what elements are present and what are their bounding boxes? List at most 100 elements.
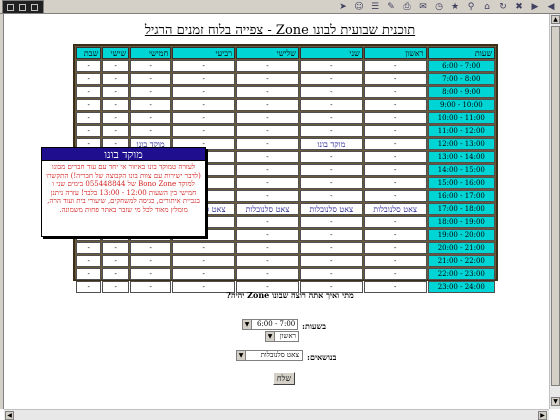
- schedule-cell: -: [172, 73, 236, 85]
- home-icon[interactable]: ⌂: [481, 1, 493, 13]
- hours-select-value: 6:00 - 7:00: [257, 320, 296, 328]
- schedule-cell: -: [172, 86, 236, 98]
- schedule-cell: -: [236, 242, 299, 254]
- search-icon[interactable]: ⚲: [465, 1, 477, 13]
- schedule-cell: -: [299, 125, 363, 137]
- mail-icon[interactable]: ✉: [417, 1, 429, 13]
- schedule-cell: -: [236, 138, 299, 150]
- hours-select[interactable]: ▼ 6:00 - 7:00: [242, 319, 298, 330]
- schedule-cell: -: [76, 60, 102, 72]
- schedule-cell: -: [236, 60, 299, 72]
- scroll-up-icon[interactable]: ▲: [551, 15, 560, 24]
- topics-select[interactable]: ▼ צאט סלנובלות: [236, 350, 303, 361]
- schedule-cell: -: [76, 73, 102, 85]
- browser-toolbar: ◀ ▶ ✖ ↻ ⌂ ⚲ ★ ◷ ✉ ⎙ ✎ ☰ ☺ ➤: [0, 0, 560, 14]
- schedule-cell: -: [76, 281, 102, 293]
- schedule-cell: -: [363, 229, 427, 241]
- schedule-cell: -: [76, 242, 102, 254]
- schedule-cell: -: [299, 229, 363, 241]
- schedule-cell: -: [172, 125, 236, 137]
- scroll-right-icon[interactable]: ▶: [538, 411, 547, 420]
- schedule-cell: -: [363, 60, 427, 72]
- minimize-icon[interactable]: [7, 4, 14, 11]
- schedule-cell: -: [363, 268, 427, 280]
- schedule-cell: -: [172, 112, 236, 124]
- schedule-cell: -: [76, 112, 102, 124]
- horizontal-scrollbar[interactable]: ◀ ▶: [4, 409, 549, 420]
- schedule-cell: -: [130, 99, 172, 111]
- schedule-cell: -: [236, 112, 299, 124]
- schedule-cell: -: [299, 268, 363, 280]
- time-cell: 13:00 - 14:00: [427, 151, 495, 163]
- schedule-cell: -: [363, 177, 427, 189]
- history-icon[interactable]: ◷: [433, 1, 445, 13]
- vertical-scrollbar[interactable]: ▲ ▼: [549, 14, 560, 409]
- schedule-cell: צאט סלנובלות: [299, 203, 363, 215]
- edit-icon[interactable]: ✎: [385, 1, 397, 13]
- chevron-down-icon[interactable]: ▼: [243, 320, 252, 329]
- schedule-cell: -: [172, 60, 236, 72]
- schedule-cell: -: [172, 268, 236, 280]
- forward-icon[interactable]: ▶: [529, 1, 541, 13]
- table-row: 9:00 - 10:00- - - - - - -: [76, 99, 495, 111]
- schedule-cell: -: [102, 242, 130, 254]
- column-header: רביעי: [172, 47, 236, 59]
- schedule-cell: -: [102, 112, 130, 124]
- popup-title: מוקד בונו: [42, 148, 205, 161]
- schedule-cell: -: [236, 86, 299, 98]
- schedule-cell: -: [102, 73, 130, 85]
- column-header: שבת: [76, 47, 102, 59]
- schedule-cell: -: [236, 125, 299, 137]
- schedule-cell: -: [363, 151, 427, 163]
- topics-label: בנושאים:: [307, 352, 337, 362]
- send-button[interactable]: שלח: [273, 372, 295, 385]
- schedule-cell: -: [299, 86, 363, 98]
- hours-label: בשעות:: [302, 321, 326, 331]
- schedule-cell: -: [236, 73, 299, 85]
- column-header: ראשון: [363, 47, 427, 59]
- restore-icon[interactable]: [19, 4, 26, 11]
- form-question: מתי ואיך אתה רוצה שבונו Zone יהיה?: [226, 290, 354, 300]
- chevron-down-icon[interactable]: ▼: [237, 351, 246, 360]
- discuss-icon[interactable]: ☰: [369, 1, 381, 13]
- time-cell: 15:00 - 16:00: [427, 177, 495, 189]
- schedule-cell: -: [236, 164, 299, 176]
- schedule-cell: -: [363, 125, 427, 137]
- scroll-down-icon[interactable]: ▼: [551, 397, 560, 406]
- stop-icon[interactable]: ✖: [513, 1, 525, 13]
- table-row: 20:00 - 21:00- - - - - - -: [76, 242, 495, 254]
- schedule-cell: -: [172, 99, 236, 111]
- schedule-cell: -: [299, 73, 363, 85]
- schedule-cell: -: [236, 151, 299, 163]
- schedule-cell: צאט סלנובלות: [236, 203, 299, 215]
- scroll-left-icon[interactable]: ◀: [5, 411, 14, 420]
- scroll-thumb[interactable]: [551, 26, 560, 386]
- time-cell: 20:00 - 21:00: [427, 242, 495, 254]
- schedule-cell: -: [363, 281, 427, 293]
- close-icon[interactable]: [31, 4, 38, 11]
- time-cell: 6:00 - 7:00: [427, 60, 495, 72]
- nav-arrow-icon[interactable]: ➤: [337, 1, 349, 13]
- favorites-icon[interactable]: ★: [449, 1, 461, 13]
- schedule-cell: -: [363, 99, 427, 111]
- time-cell: 23:00 - 24:00: [427, 281, 495, 293]
- schedule-cell: -: [299, 99, 363, 111]
- schedule-cell: -: [363, 73, 427, 85]
- schedule-cell: -: [76, 125, 102, 137]
- chevron-down-icon[interactable]: ▼: [266, 332, 275, 341]
- messenger-icon[interactable]: ☺: [353, 1, 365, 13]
- table-row: 6:00 - 7:00- - - - - - -: [76, 60, 495, 72]
- schedule-cell: -: [363, 190, 427, 202]
- table-row: 8:00 - 9:00- - - - - - -: [76, 86, 495, 98]
- refresh-icon[interactable]: ↻: [497, 1, 509, 13]
- back-icon[interactable]: ◀: [545, 1, 557, 13]
- print-icon[interactable]: ⎙: [401, 1, 413, 13]
- column-header: שישי: [102, 47, 130, 59]
- schedule-cell: -: [76, 99, 102, 111]
- schedule-cell: -: [130, 281, 172, 293]
- table-row: 7:00 - 8:00- - - - - - -: [76, 73, 495, 85]
- schedule-cell: צאט סלנובלות: [363, 203, 427, 215]
- table-row: 10:00 - 11:00- - - - - - -: [76, 112, 495, 124]
- column-header: שלישי: [236, 47, 299, 59]
- days-select[interactable]: ▼ ראשון: [265, 331, 299, 342]
